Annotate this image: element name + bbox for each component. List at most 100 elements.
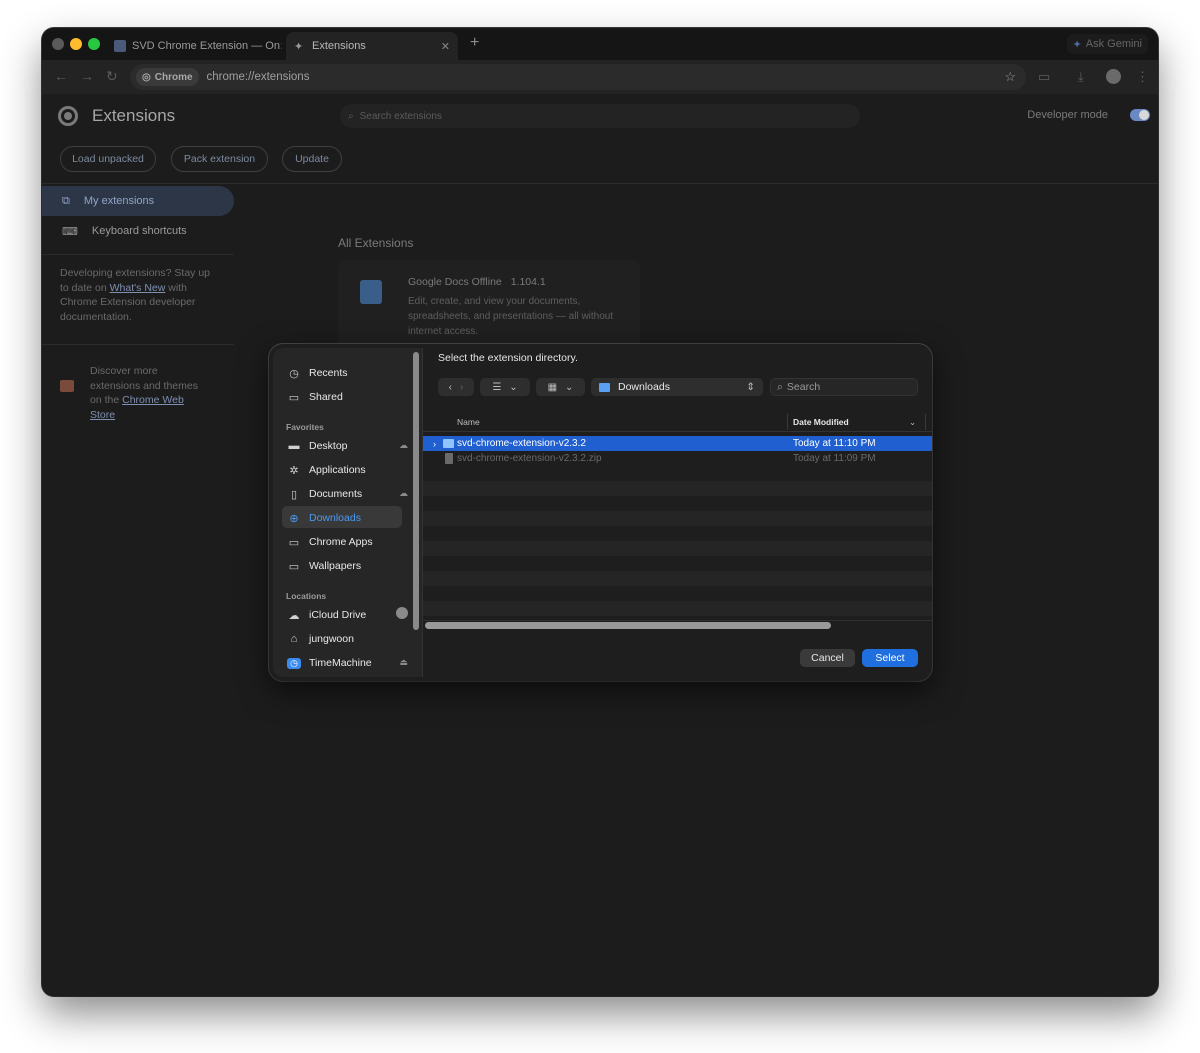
column-separator[interactable]: [925, 414, 926, 430]
minimize-window-button[interactable]: [70, 38, 82, 50]
sidebar-item-icloud-drive[interactable]: ☁ iCloud Drive: [287, 605, 367, 625]
whats-new-link[interactable]: What's New: [110, 282, 166, 294]
close-tab-icon[interactable]: ✕: [280, 40, 282, 53]
list-view-button[interactable]: ☰ ⌄: [480, 378, 530, 396]
tab-svd-chrome-extension[interactable]: SVD Chrome Extension — On ✕: [106, 32, 282, 60]
extension-name-text: Google Docs Offline: [408, 276, 502, 288]
ask-gemini-button[interactable]: ✦ Ask Gemini: [1066, 34, 1148, 54]
grid-view-button[interactable]: ▦ ⌄: [536, 378, 585, 396]
page-title: Extensions: [92, 106, 176, 125]
sidebar-item-my-extensions[interactable]: ⧉ My extensions: [42, 186, 234, 216]
developer-mode-toggle[interactable]: [1130, 109, 1150, 121]
keyboard-icon: ⌨: [62, 225, 78, 238]
search-icon: ⌕: [348, 110, 354, 122]
dialog-prompt: Select the extension directory.: [438, 352, 578, 364]
back-forward-control[interactable]: ‹ ›: [438, 378, 474, 396]
disclosure-triangle-icon[interactable]: ›: [433, 439, 436, 449]
folder-icon: [599, 382, 610, 392]
close-window-button[interactable]: [52, 38, 64, 50]
menu-kebab-icon[interactable]: ⋮: [1136, 69, 1149, 85]
file-row[interactable]: svd-chrome-extension-v2.3.2.zip Today at…: [423, 451, 932, 466]
divider: [42, 344, 234, 345]
column-separator[interactable]: [787, 414, 788, 430]
side-panel-icon[interactable]: ▭: [1038, 69, 1050, 85]
timemachine-icon: ◷: [287, 657, 301, 669]
search-placeholder: Search extensions: [359, 110, 442, 122]
zoom-window-button[interactable]: [88, 38, 100, 50]
divider: [42, 254, 234, 255]
site-chip[interactable]: ◎ Chrome: [136, 68, 199, 86]
gemini-icon: ✦: [1072, 38, 1082, 51]
pack-extension-button[interactable]: Pack extension: [171, 146, 268, 172]
chevron-down-icon: ⌄: [509, 381, 518, 393]
sidebar-item-keyboard-shortcuts[interactable]: ⌨ Keyboard shortcuts: [42, 216, 234, 246]
sidebar-item-downloads[interactable]: ⊕ Downloads: [287, 508, 361, 528]
bookmark-star-icon[interactable]: ☆: [1004, 69, 1016, 85]
developer-mode-label: Developer mode: [1027, 109, 1108, 121]
file-row[interactable]: › svd-chrome-extension-v2.3.2 Today at 1…: [423, 436, 932, 451]
column-header-name[interactable]: Name: [457, 417, 480, 427]
location-select-value: Downloads: [618, 381, 670, 393]
sidebar-item-label: Recents: [309, 367, 348, 379]
search-placeholder: Search: [786, 381, 821, 393]
empty-row: [423, 601, 932, 616]
sidebar-item-wallpapers[interactable]: ▭ Wallpapers: [287, 556, 361, 576]
sidebar-item-jungwoon[interactable]: ⌂ jungwoon: [287, 629, 354, 649]
site-chip-label: Chrome: [154, 71, 193, 83]
sidebar-item-label: Downloads: [309, 512, 361, 524]
sidebar-item-label: iCloud Drive: [309, 609, 367, 621]
dialog-sidebar: ◷ Recents ▭ Shared Favorites ▬ Desktop ☁…: [273, 348, 423, 677]
search-extensions-input[interactable]: ⌕ Search extensions: [340, 104, 860, 128]
search-icon: ⌕: [777, 380, 783, 393]
location-select[interactable]: Downloads ⇕: [591, 378, 763, 396]
url-text[interactable]: chrome://extensions: [207, 71, 310, 83]
sidebar-item-shared[interactable]: ▭ Shared: [287, 387, 343, 407]
cancel-button[interactable]: Cancel: [800, 649, 855, 667]
new-tab-icon[interactable]: +: [470, 34, 479, 52]
chrome-icon: ◎: [142, 71, 151, 83]
select-button[interactable]: Select: [862, 649, 918, 667]
sidebar-item-chrome-apps[interactable]: ▭ Chrome Apps: [287, 532, 373, 552]
sync-status-icon: [396, 607, 408, 619]
home-icon: ⌂: [290, 633, 298, 645]
empty-row: [423, 511, 932, 526]
forward-icon[interactable]: →: [80, 68, 94, 84]
download-icon[interactable]: ⤓: [1078, 69, 1084, 85]
reload-icon[interactable]: ↻: [106, 68, 118, 85]
file-date: Today at 11:09 PM: [793, 453, 876, 464]
download-icon: ⊕: [289, 512, 299, 525]
sidebar-item-desktop[interactable]: ▬ Desktop: [287, 436, 348, 456]
folder-icon: ▭: [288, 536, 300, 549]
tab-extensions[interactable]: ✦ Extensions ✕: [286, 32, 458, 60]
developer-note: Developing extensions? Stay up to date o…: [60, 266, 220, 324]
sidebar-scrollbar[interactable]: [413, 352, 419, 630]
sidebar-item-documents[interactable]: ▯ Documents: [287, 484, 362, 504]
horizontal-scrollbar[interactable]: [425, 622, 831, 629]
zip-file-icon: [445, 453, 453, 464]
sidebar-item-label: My extensions: [83, 195, 155, 207]
profile-avatar[interactable]: [1106, 69, 1121, 84]
tab-strip: SVD Chrome Extension — On ✕ ✦ Extensions…: [42, 28, 1158, 60]
sidebar-item-label: TimeMachine: [309, 657, 372, 669]
file-name: svd-chrome-extension-v2.3.2.zip: [457, 453, 602, 464]
column-header-date-modified[interactable]: Date Modified: [793, 417, 849, 427]
sidebar-item-recents[interactable]: ◷ Recents: [287, 363, 348, 383]
address-bar[interactable]: ◎ Chrome chrome://extensions ☆: [130, 64, 1026, 90]
chevron-left-icon[interactable]: ‹: [449, 382, 452, 393]
empty-row: [423, 481, 932, 496]
sidebar-item-label: Applications: [309, 464, 366, 476]
update-button[interactable]: Update: [282, 146, 342, 172]
sidebar-item-label: Desktop: [309, 440, 348, 452]
sidebar-item-applications[interactable]: ✲ Applications: [287, 460, 366, 480]
load-unpacked-button[interactable]: Load unpacked: [60, 146, 156, 172]
file-date: Today at 11:10 PM: [793, 438, 876, 449]
tab-label: SVD Chrome Extension — On: [132, 40, 280, 52]
dialog-search-input[interactable]: ⌕ Search: [770, 378, 918, 396]
eject-icon[interactable]: ⏏: [399, 657, 408, 668]
google-docs-icon: [360, 280, 382, 304]
sidebar-item-timemachine[interactable]: ◷ TimeMachine: [287, 653, 372, 673]
close-tab-icon[interactable]: ✕: [441, 40, 450, 53]
browser-toolbar: ← → ↻ ◎ Chrome chrome://extensions ☆ ▭ ⤓…: [42, 60, 1158, 94]
chevron-right-icon[interactable]: ›: [460, 382, 463, 393]
back-icon[interactable]: ←: [54, 68, 68, 84]
